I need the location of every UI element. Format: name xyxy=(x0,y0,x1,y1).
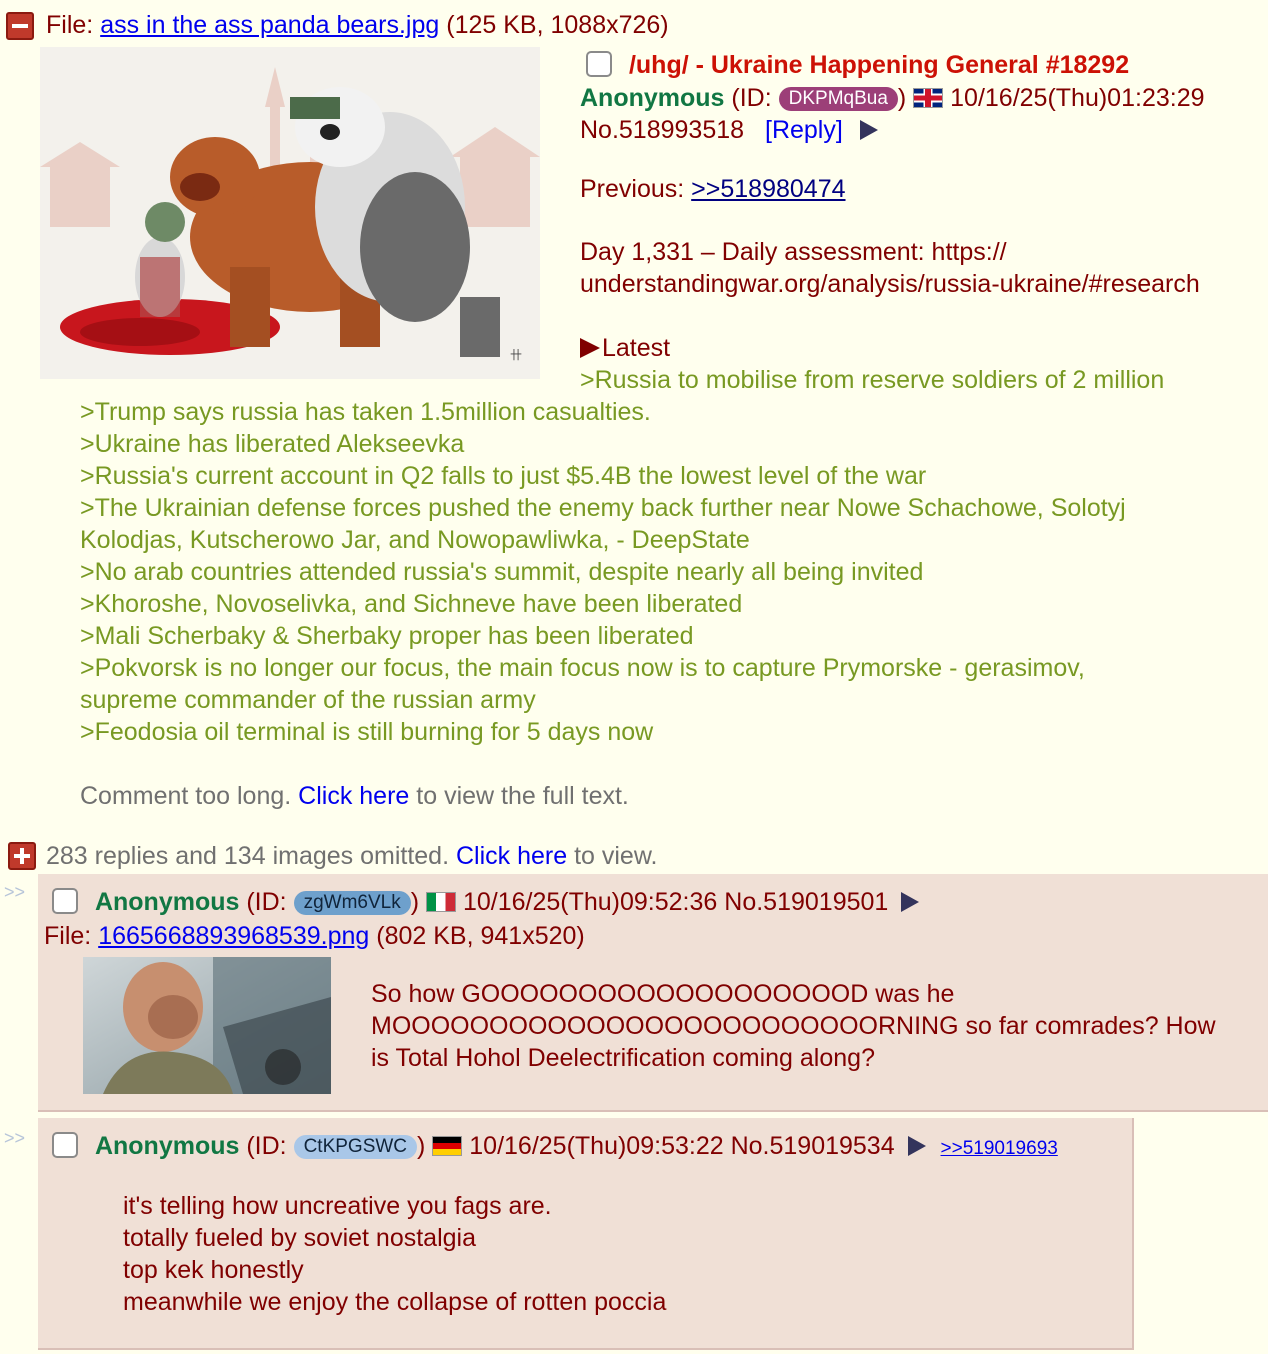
post-number[interactable]: No.519019501 xyxy=(724,888,888,916)
greentext-line: >No arab countries attended russia's sum… xyxy=(80,558,924,586)
post-number[interactable]: No.518993518 xyxy=(580,116,744,144)
op-number-row: No.518993518 [Reply] xyxy=(580,114,878,146)
latest-spoiler-toggle[interactable]: Latest xyxy=(580,332,670,364)
id-suffix: ) xyxy=(410,888,420,916)
op-subject: /uhg/ - Ukraine Happening General #18292 xyxy=(628,51,1130,79)
plus-icon-vertical xyxy=(20,848,24,864)
greentext-line: Kolodjas, Kutscherowo Jar, and Nowopawli… xyxy=(80,526,750,554)
greentext-line: >The Ukrainian defense forces pushed the… xyxy=(80,494,1126,522)
post-datetime: 10/16/25(Thu)09:53:22 xyxy=(469,1132,724,1160)
omitted-text: 283 replies and 134 images omitted. xyxy=(46,842,456,870)
id-suffix: ) xyxy=(417,1132,426,1160)
op-previous-row: Previous: >>518980474 xyxy=(580,173,846,205)
reply-select-checkbox[interactable] xyxy=(52,888,78,914)
reply-header: Anonymous (ID: CtKPGSWC) 10/16/25(Thu)09… xyxy=(52,1130,1058,1165)
comment-too-long-notice: Comment too long. Click here to view the… xyxy=(80,780,629,812)
greentext-line: >Ukraine has liberated Alekseevka xyxy=(80,430,465,458)
post-menu-arrow-icon[interactable] xyxy=(907,1136,926,1156)
uk-flag-icon xyxy=(913,88,944,108)
reply-file-info: File: 1665668893968539.png (802 KB, 941x… xyxy=(44,920,585,952)
file-label: File: xyxy=(44,922,99,950)
reply-text-line: top kek honestly xyxy=(123,1256,304,1284)
triangle-right-icon xyxy=(580,338,600,358)
reply-thumbnail[interactable] xyxy=(83,957,331,1094)
post-datetime: 10/16/25(Thu)01:23:29 xyxy=(950,84,1205,112)
file-meta: (125 KB, 1088x726) xyxy=(439,11,669,39)
greentext-line: >Mali Scherbaky & Sherbaky proper has be… xyxy=(80,622,694,650)
op-thumbnail[interactable]: 卄 xyxy=(40,47,540,379)
poster-id-badge[interactable]: CtKPGSWC xyxy=(293,1135,418,1159)
omitted-suffix: to view. xyxy=(567,842,658,870)
op-assessment-line2: understandingwar.org/analysis/russia-ukr… xyxy=(580,270,1200,298)
reply-marker: >> xyxy=(4,882,26,902)
file-label: File: xyxy=(46,11,101,39)
previous-thread-link[interactable]: >>518980474 xyxy=(691,175,845,203)
poster-id-badge[interactable]: zgWm6VLk xyxy=(293,891,411,915)
greentext-line: >Russia to mobilise from reserve soldier… xyxy=(580,366,1165,394)
id-prefix: (ID: xyxy=(731,84,779,112)
greentext-line: >Russia's current account in Q2 falls to… xyxy=(80,462,927,490)
reply-text-line: totally fueled by soviet nostalgia xyxy=(123,1224,476,1252)
germany-flag-icon xyxy=(432,1136,463,1156)
reply-select-checkbox[interactable] xyxy=(52,1132,78,1158)
file-meta: (802 KB, 941x520) xyxy=(369,922,585,950)
poster-name: Anonymous xyxy=(94,888,240,916)
reply-text-line: is Total Hohol Deelectrification coming … xyxy=(371,1044,875,1072)
post-menu-arrow-icon[interactable] xyxy=(859,120,878,140)
too-long-suffix: to view the full text. xyxy=(409,782,629,810)
op-assessment-line1: Day 1,331 – Daily assessment: https:// xyxy=(580,238,1007,266)
greentext-line: >Khoroshe, Novoselivka, and Sichneve hav… xyxy=(80,590,743,618)
reply-text-line: it's telling how uncreative you fags are… xyxy=(123,1192,552,1220)
expand-thread-button[interactable] xyxy=(8,842,36,870)
omitted-notice: 283 replies and 134 images omitted. Clic… xyxy=(46,840,657,872)
latest-label: Latest xyxy=(602,334,671,362)
reply-text-line: MOOOOOOOOOOOOOOOOOOOOOOOOORNING so far c… xyxy=(371,1012,1216,1040)
italy-flag-icon xyxy=(426,892,456,912)
poster-id-badge[interactable]: DKPMqBua xyxy=(778,87,898,111)
greentext-line: >Feodosia oil terminal is still burning … xyxy=(80,718,654,746)
id-prefix: (ID: xyxy=(246,888,294,916)
view-omitted-link[interactable]: Click here xyxy=(456,842,567,870)
previous-label: Previous: xyxy=(580,175,692,203)
op-poster-info: Anonymous (ID: DKPMqBua) 10/16/25(Thu)01… xyxy=(580,82,1205,114)
view-full-text-link[interactable]: Click here xyxy=(298,782,409,810)
op-file-link[interactable]: ass in the ass panda bears.jpg xyxy=(100,11,439,39)
greentext-line: >Trump says russia has taken 1.5million … xyxy=(80,398,651,426)
hide-thread-button[interactable] xyxy=(6,12,34,40)
post-datetime: 10/16/25(Thu)09:52:36 xyxy=(462,888,718,916)
minus-icon xyxy=(12,24,28,28)
svg-text:卄: 卄 xyxy=(510,348,522,362)
op-header: /uhg/ - Ukraine Happening General #18292 xyxy=(586,49,1129,81)
reply-marker: >> xyxy=(4,1128,26,1148)
op-file-info: File: ass in the ass panda bears.jpg (12… xyxy=(46,9,669,41)
post-number[interactable]: No.519019534 xyxy=(731,1132,895,1160)
poster-name: Anonymous xyxy=(94,1132,240,1160)
backlink[interactable]: >>519019693 xyxy=(941,1138,1058,1159)
greentext-line: supreme commander of the russian army xyxy=(80,686,536,714)
reply-image-photo xyxy=(83,957,331,1094)
reply-header: Anonymous (ID: zgWm6VLk) 10/16/25(Thu)09… xyxy=(52,886,920,918)
greentext-line: >Pokvorsk is no longer our focus, the ma… xyxy=(80,654,1085,682)
too-long-text: Comment too long. xyxy=(80,782,299,810)
reply-link[interactable]: [Reply] xyxy=(765,116,843,144)
reply-text-line: meanwhile we enjoy the collapse of rotte… xyxy=(123,1288,667,1316)
reply-text-line: So how GOOOOOOOOOOOOOOOOOOOD was he xyxy=(371,980,955,1008)
id-suffix: ) xyxy=(897,84,907,112)
poster-name: Anonymous xyxy=(580,84,725,112)
post-menu-arrow-icon[interactable] xyxy=(901,892,920,912)
id-prefix: (ID: xyxy=(246,1132,294,1160)
op-select-checkbox[interactable] xyxy=(586,51,612,77)
reply-file-link[interactable]: 1665668893968539.png xyxy=(98,922,369,950)
op-image-illustration: 卄 xyxy=(40,47,540,379)
